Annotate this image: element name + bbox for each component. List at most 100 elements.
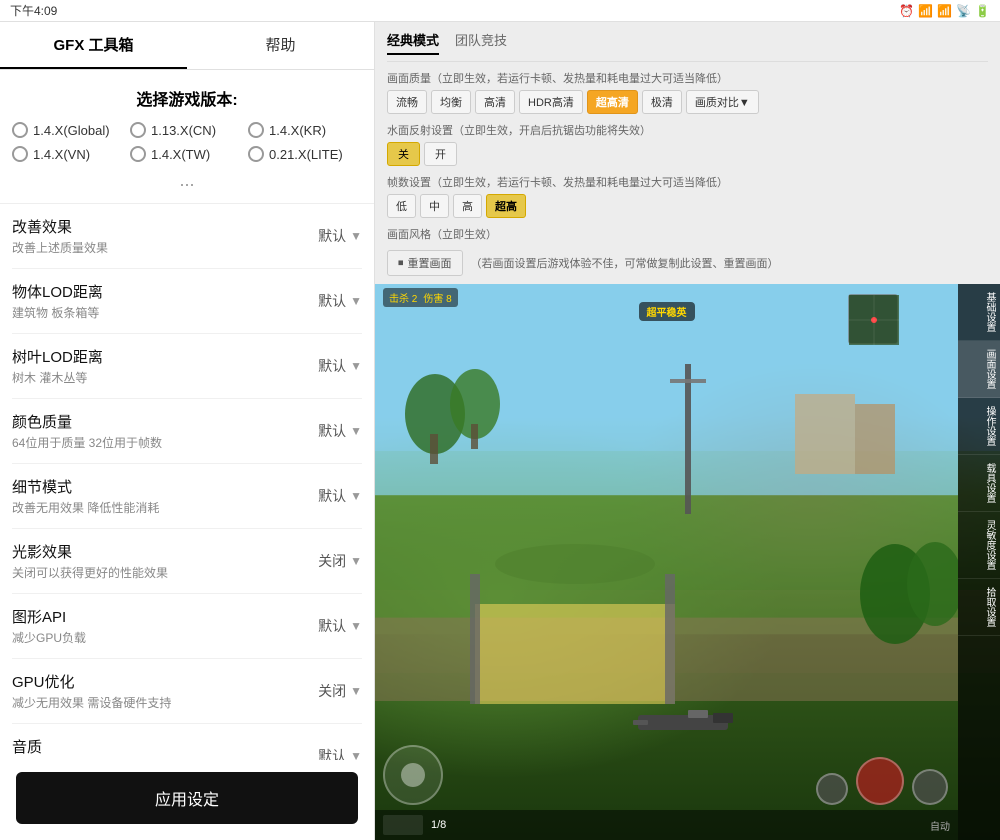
version-kr-label: 1.4.X(KR) bbox=[269, 123, 326, 138]
signal-icon: 📶 bbox=[918, 4, 933, 18]
setting-detail-value[interactable]: 默认 ▼ bbox=[312, 486, 362, 506]
status-icons: ⏰ 📶 📶 📡 🔋 bbox=[899, 4, 990, 18]
setting-api-value[interactable]: 默认 ▼ bbox=[312, 616, 362, 636]
setting-audio-value[interactable]: 默认 ▼ bbox=[312, 746, 362, 760]
tab-classic[interactable]: 经典模式 bbox=[387, 30, 439, 55]
hud-damage-label: 伤害 8 bbox=[423, 290, 451, 305]
version-cn[interactable]: 1.13.X(CN) bbox=[130, 122, 244, 138]
side-btn-graphics[interactable]: 画面设置 bbox=[958, 341, 1000, 398]
quality-balanced[interactable]: 均衡 bbox=[431, 90, 471, 114]
header-tabs: GFX 工具箱 帮助 bbox=[0, 22, 374, 70]
side-btn-sensitivity[interactable]: 灵敏度设置 bbox=[958, 512, 1000, 579]
water-on-btn[interactable]: 开 bbox=[424, 142, 457, 166]
damage-value: 8 bbox=[446, 294, 452, 305]
setting-improve-effect: 改善效果 改善上述质量效果 默认 ▼ bbox=[12, 204, 362, 269]
setting-color-desc: 64位用于质量 32位用于帧数 bbox=[12, 434, 312, 451]
framerate-buttons: 低 中 高 超高 bbox=[387, 194, 988, 218]
style-row: 画面风格（立即生效） bbox=[387, 226, 988, 242]
version-tw-label: 1.4.X(TW) bbox=[151, 147, 210, 162]
version-grid: 1.4.X(Global) 1.13.X(CN) 1.4.X(KR) 1.4.X… bbox=[12, 122, 362, 162]
reset-note: （若画面设置后游戏体验不佳，可常做复制此设置、重置画面） bbox=[471, 255, 779, 271]
setting-gpu-value[interactable]: 关闭 ▼ bbox=[312, 681, 362, 701]
more-dots[interactable]: ... bbox=[12, 166, 362, 195]
water-off-btn[interactable]: 关 bbox=[387, 142, 420, 166]
tab-help[interactable]: 帮助 bbox=[187, 22, 374, 69]
quality-hdr[interactable]: HDR高清 bbox=[519, 90, 583, 114]
crouch-button[interactable] bbox=[816, 773, 848, 805]
radio-kr[interactable] bbox=[248, 122, 264, 138]
setting-light-desc: 关闭可以获得更好的性能效果 bbox=[12, 564, 312, 581]
reset-icon: ⏹ bbox=[398, 257, 404, 270]
side-btn-tools[interactable]: 载具设置 bbox=[958, 455, 1000, 512]
setting-light-name: 光影效果 bbox=[12, 541, 312, 562]
version-lite-label: 0.21.X(LITE) bbox=[269, 147, 343, 162]
version-kr[interactable]: 1.4.X(KR) bbox=[248, 122, 362, 138]
fps-high[interactable]: 高 bbox=[453, 194, 482, 218]
setting-light-value[interactable]: 关闭 ▼ bbox=[312, 551, 362, 571]
setting-graphics-api: 图形API 减少GPU负载 默认 ▼ bbox=[12, 594, 362, 659]
setting-leaf-desc: 树木 灌木丛等 bbox=[12, 369, 312, 386]
quality-ultra[interactable]: 超高清 bbox=[587, 90, 638, 114]
version-cn-label: 1.13.X(CN) bbox=[151, 123, 216, 138]
setting-gpu-name: GPU优化 bbox=[12, 671, 312, 692]
framerate-label: 帧数设置（立即生效，若运行卡顿、发热量和耗电量过大可适当降低） bbox=[387, 174, 988, 190]
radio-global[interactable] bbox=[12, 122, 28, 138]
side-settings-panel: 基础设置 画面设置 操作设置 载具设置 灵敏度设置 拾取设置 bbox=[958, 284, 1000, 840]
side-btn-controls[interactable]: 操作设置 bbox=[958, 398, 1000, 455]
setting-leaf-name: 树叶LOD距离 bbox=[12, 346, 312, 367]
left-panel: GFX 工具箱 帮助 选择游戏版本: 1.4.X(Global) 1.13.X(… bbox=[0, 22, 375, 840]
chevron-down-icon: ▼ bbox=[350, 619, 362, 633]
hud-kills-label: 击杀 2 bbox=[389, 290, 417, 305]
setting-api-name: 图形API bbox=[12, 606, 312, 627]
side-graphics-label: 画面设置 bbox=[984, 349, 995, 389]
kills-value: 2 bbox=[412, 294, 418, 305]
radio-vn[interactable] bbox=[12, 146, 28, 162]
mode-tabs: 经典模式 团队竞技 bbox=[387, 30, 988, 62]
apply-button[interactable]: 应用设定 bbox=[16, 772, 358, 824]
time-display: 下午4:09 bbox=[10, 2, 57, 19]
weapon-svg bbox=[628, 695, 748, 755]
quality-smooth[interactable]: 流畅 bbox=[387, 90, 427, 114]
fps-medium[interactable]: 中 bbox=[420, 194, 449, 218]
radio-lite[interactable] bbox=[248, 146, 264, 162]
movement-joystick[interactable] bbox=[383, 745, 443, 805]
graphics-quality-buttons: 流畅 均衡 高清 HDR高清 超高清 极清 画质对比▼ bbox=[387, 90, 988, 114]
chevron-down-icon: ▼ bbox=[350, 229, 362, 243]
chevron-down-icon: ▼ bbox=[350, 684, 362, 698]
graphics-quality-row: 画面质量（立即生效，若运行卡顿、发热量和耗电量过大可适当降低） 流畅 均衡 高清… bbox=[387, 70, 988, 114]
apply-btn-container: 应用设定 bbox=[0, 760, 374, 840]
chevron-down-icon: ▼ bbox=[350, 424, 362, 438]
version-global[interactable]: 1.4.X(Global) bbox=[12, 122, 126, 138]
version-lite[interactable]: 0.21.X(LITE) bbox=[248, 146, 362, 162]
tab-team[interactable]: 团队竞技 bbox=[455, 30, 507, 55]
radio-cn[interactable] bbox=[130, 122, 146, 138]
setting-leaf-value[interactable]: 默认 ▼ bbox=[312, 356, 362, 376]
chevron-down-icon: ▼ bbox=[350, 359, 362, 373]
quality-custom[interactable]: 画质对比▼ bbox=[686, 90, 759, 114]
fps-low[interactable]: 低 bbox=[387, 194, 416, 218]
side-pickup-label: 拾取设置 bbox=[984, 587, 995, 627]
jump-button[interactable] bbox=[912, 769, 948, 805]
scoreboard: 超平稳英 bbox=[639, 302, 695, 321]
auto-label: 自动 bbox=[930, 818, 950, 833]
game-hud-top: 击杀 2 伤害 8 超平稳英 bbox=[383, 288, 950, 307]
quality-high[interactable]: 高清 bbox=[475, 90, 515, 114]
version-tw[interactable]: 1.4.X(TW) bbox=[130, 146, 244, 162]
reset-button[interactable]: ⏹ 重置画面 bbox=[387, 250, 463, 276]
side-btn-pickup[interactable]: 拾取设置 bbox=[958, 579, 1000, 636]
radio-tw[interactable] bbox=[130, 146, 146, 162]
side-btn-basic[interactable]: 基础设置 bbox=[958, 284, 1000, 341]
setting-improve-effect-value[interactable]: 默认 ▼ bbox=[312, 226, 362, 246]
chevron-down-icon: ▼ bbox=[350, 554, 362, 568]
setting-improve-effect-desc: 改善上述质量效果 bbox=[12, 239, 312, 256]
quality-extreme[interactable]: 极清 bbox=[642, 90, 682, 114]
game-background: 击杀 2 伤害 8 超平稳英 bbox=[375, 284, 1000, 840]
tab-gfx[interactable]: GFX 工具箱 bbox=[0, 22, 187, 69]
setting-color-value[interactable]: 默认 ▼ bbox=[312, 421, 362, 441]
version-vn[interactable]: 1.4.X(VN) bbox=[12, 146, 126, 162]
joystick-inner bbox=[401, 763, 425, 787]
fire-button[interactable] bbox=[856, 757, 904, 805]
fps-ultra[interactable]: 超高 bbox=[486, 194, 526, 218]
version-vn-label: 1.4.X(VN) bbox=[33, 147, 90, 162]
setting-lod-value[interactable]: 默认 ▼ bbox=[312, 291, 362, 311]
